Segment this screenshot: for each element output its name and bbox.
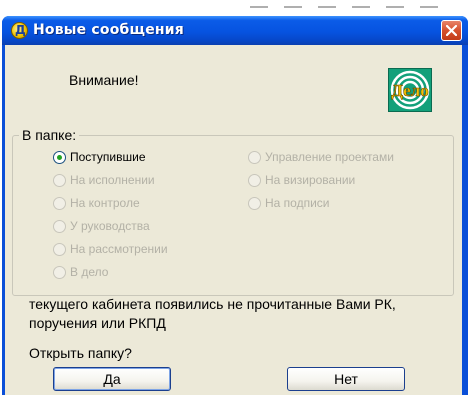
radio-upravlenie-proektami[interactable]: Управление проектами xyxy=(248,149,394,165)
radio-indicator xyxy=(248,173,261,187)
folder-groupbox: В папке: Поступившие На исполнении На ко… xyxy=(12,127,454,296)
window-title: Новые сообщения xyxy=(33,22,184,38)
radio-label: У руководства xyxy=(70,219,150,233)
logo-text: Дело xyxy=(391,81,429,100)
radio-na-rassmotrenii[interactable]: На рассмотрении xyxy=(53,241,168,257)
radio-indicator xyxy=(248,196,261,210)
background-strip xyxy=(0,0,468,16)
folder-group-legend: В папке: xyxy=(19,127,80,143)
radio-indicator xyxy=(53,242,66,256)
no-button[interactable]: Нет xyxy=(287,367,405,391)
delo-logo: Дело xyxy=(388,68,432,112)
title-bar[interactable]: Д Новые сообщения xyxy=(2,16,468,45)
radio-indicator xyxy=(53,150,66,164)
radio-na-podpisi[interactable]: На подписи xyxy=(248,195,330,211)
notification-message: текущего кабинета появились не прочитанн… xyxy=(29,296,396,331)
radio-indicator xyxy=(248,150,261,164)
radio-u-rukovodstva[interactable]: У руководства xyxy=(53,218,150,234)
radio-label: На рассмотрении xyxy=(70,242,168,256)
radio-indicator xyxy=(53,265,66,279)
logo-graphic: Дело xyxy=(390,70,430,110)
dialog-window: Д Новые сообщения Внимание! Дело В папке… xyxy=(2,16,468,395)
radio-label: На исполнении xyxy=(70,173,155,187)
open-folder-question: Открыть папку? xyxy=(29,345,132,361)
background-strip-decoration xyxy=(250,6,450,8)
radio-na-kontrole[interactable]: На контроле xyxy=(53,195,140,211)
radio-postupivshie[interactable]: Поступившие xyxy=(53,149,146,165)
close-icon xyxy=(446,25,457,36)
radio-na-ispolnenii[interactable]: На исполнении xyxy=(53,172,155,188)
warning-label: Внимание! xyxy=(69,72,139,88)
app-icon: Д xyxy=(11,22,28,39)
radio-label: На подписи xyxy=(265,196,330,210)
radio-label: В дело xyxy=(70,265,109,279)
app-icon-glyph: Д xyxy=(15,23,26,37)
radio-na-vizirovanii[interactable]: На визировании xyxy=(248,172,355,188)
radio-v-delo[interactable]: В дело xyxy=(53,264,108,280)
radio-indicator xyxy=(53,196,66,210)
radio-label: На контроле xyxy=(70,196,140,210)
radio-indicator xyxy=(53,219,66,233)
radio-label: Управление проектами xyxy=(265,150,394,164)
radio-indicator xyxy=(53,173,66,187)
radio-label: Поступившие xyxy=(70,150,146,164)
yes-button[interactable]: Да xyxy=(53,367,171,391)
close-button[interactable] xyxy=(441,20,462,41)
dialog-body: Внимание! Дело В папке: Поступившие На и… xyxy=(5,45,462,395)
radio-label: На визировании xyxy=(265,173,356,187)
